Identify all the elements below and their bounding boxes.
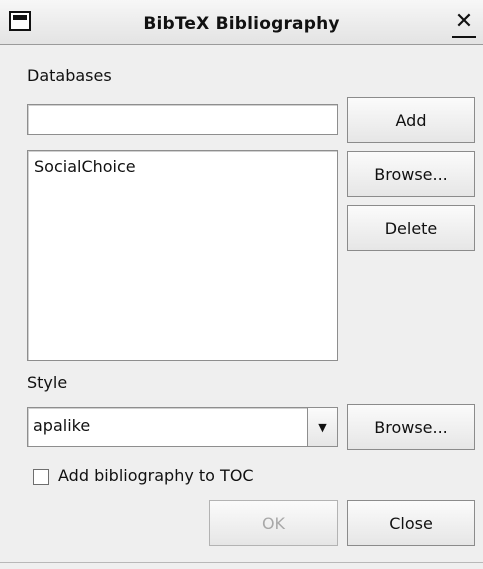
style-browse-button[interactable]: Browse... [347, 404, 475, 450]
title-bar: BibTeX Bibliography ✕ [0, 0, 483, 45]
add-to-toc-checkbox[interactable] [33, 469, 49, 485]
window-title: BibTeX Bibliography [143, 14, 340, 34]
close-button[interactable]: Close [347, 500, 475, 546]
ok-button[interactable]: OK [209, 500, 338, 546]
style-label: Style [27, 373, 68, 392]
add-to-toc-label[interactable]: Add bibliography to TOC [58, 466, 254, 485]
database-list[interactable]: SocialChoice [27, 150, 338, 361]
database-path-input[interactable] [27, 104, 338, 135]
close-window-button[interactable]: ✕ [452, 10, 476, 38]
databases-browse-button[interactable]: Browse... [347, 151, 475, 197]
delete-button[interactable]: Delete [347, 205, 475, 251]
list-item[interactable]: SocialChoice [34, 157, 136, 176]
chevron-down-icon[interactable]: ▼ [307, 408, 337, 446]
divider [0, 562, 483, 563]
databases-label: Databases [27, 66, 112, 85]
style-selected-value: apalike [33, 416, 91, 435]
add-button[interactable]: Add [347, 97, 475, 143]
style-select[interactable]: apalike ▼ [27, 407, 338, 447]
